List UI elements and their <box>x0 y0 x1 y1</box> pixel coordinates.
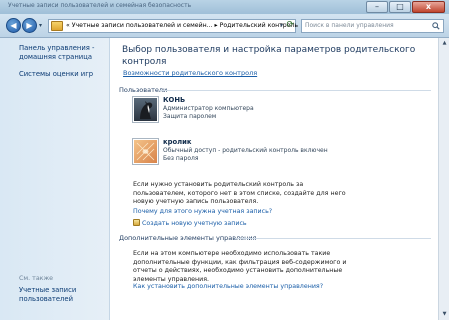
page-title: Выбор пользователя и настройка параметро… <box>122 45 416 67</box>
sidebar: Панель управления - домашняя страница Си… <box>0 38 110 320</box>
forward-button[interactable]: ▶ <box>22 18 37 33</box>
scroll-up-icon[interactable]: ▲ <box>440 39 449 48</box>
user-password-status: Без пароля <box>163 155 199 162</box>
search-input[interactable]: Поиск в панели управления <box>305 22 394 29</box>
avatar[interactable] <box>132 96 159 123</box>
scroll-down-icon[interactable]: ▼ <box>440 310 449 319</box>
rabbit-icon <box>134 140 157 163</box>
parental-controls-features-link[interactable]: Возможности родительского контроля <box>123 69 257 77</box>
create-account-label[interactable]: Создать новую учетную запись <box>142 220 247 227</box>
title-bar: Учетные записи пользователей и семейная … <box>0 0 449 14</box>
info-text: Если на этом компьютере необходимо испол… <box>133 250 347 283</box>
user-name[interactable]: КОНЬ <box>163 96 185 104</box>
back-button[interactable]: ◀ <box>6 18 21 33</box>
maximize-button[interactable]: □ <box>389 1 411 13</box>
navigation-bar: ◀ ▶ ▾ « Учетные записи пользователей и с… <box>0 14 449 38</box>
address-bar[interactable]: « Учетные записи пользователей и семейн.… <box>48 19 298 33</box>
why-account-needed-link[interactable]: Почему для этого нужна учетная запись? <box>133 208 272 215</box>
close-button[interactable]: x <box>412 1 445 13</box>
vertical-scrollbar[interactable]: ▲ ▼ <box>438 38 449 320</box>
control-panel-icon <box>51 21 63 31</box>
search-box[interactable]: Поиск в панели управления <box>301 19 444 33</box>
control-panel-window: Учетные записи пользователей и семейная … <box>0 0 449 320</box>
user-role: Обычный доступ - родительский контроль в… <box>163 147 328 154</box>
user-name[interactable]: кролик <box>163 138 192 146</box>
avatar[interactable] <box>132 138 159 165</box>
breadcrumb[interactable]: « Учетные записи пользователей и семейн.… <box>66 22 298 29</box>
horse-icon <box>134 98 157 121</box>
see-also-label: См. также <box>19 275 54 282</box>
address-dropdown-icon[interactable]: ▾ <box>280 22 283 29</box>
recent-pages-dropdown[interactable]: ▾ <box>39 22 42 29</box>
refresh-icon[interactable]: ⟳ <box>286 20 294 30</box>
install-controls-link[interactable]: Как установить дополнительные элементы у… <box>133 283 323 290</box>
shield-icon <box>133 219 140 226</box>
sidebar-item-home[interactable]: Панель управления - домашняя страница <box>19 44 107 62</box>
sidebar-item-game-ratings[interactable]: Системы оценки игр <box>19 70 107 79</box>
sidebar-item-user-accounts[interactable]: Учетные записи пользователей <box>19 286 107 304</box>
info-text: Если нужно установить родительский контр… <box>133 181 346 205</box>
section-divider <box>159 90 431 91</box>
main-content: Выбор пользователя и настройка параметро… <box>111 38 438 320</box>
search-icon[interactable] <box>432 22 440 30</box>
user-password-status: Защита паролем <box>163 113 217 120</box>
create-account-link[interactable]: Создать новую учетную запись <box>133 219 247 227</box>
minimize-button[interactable]: – <box>366 1 388 13</box>
window-title: Учетные записи пользователей и семейная … <box>8 2 192 9</box>
user-role: Администратор компьютера <box>163 105 254 112</box>
section-divider <box>235 238 431 239</box>
